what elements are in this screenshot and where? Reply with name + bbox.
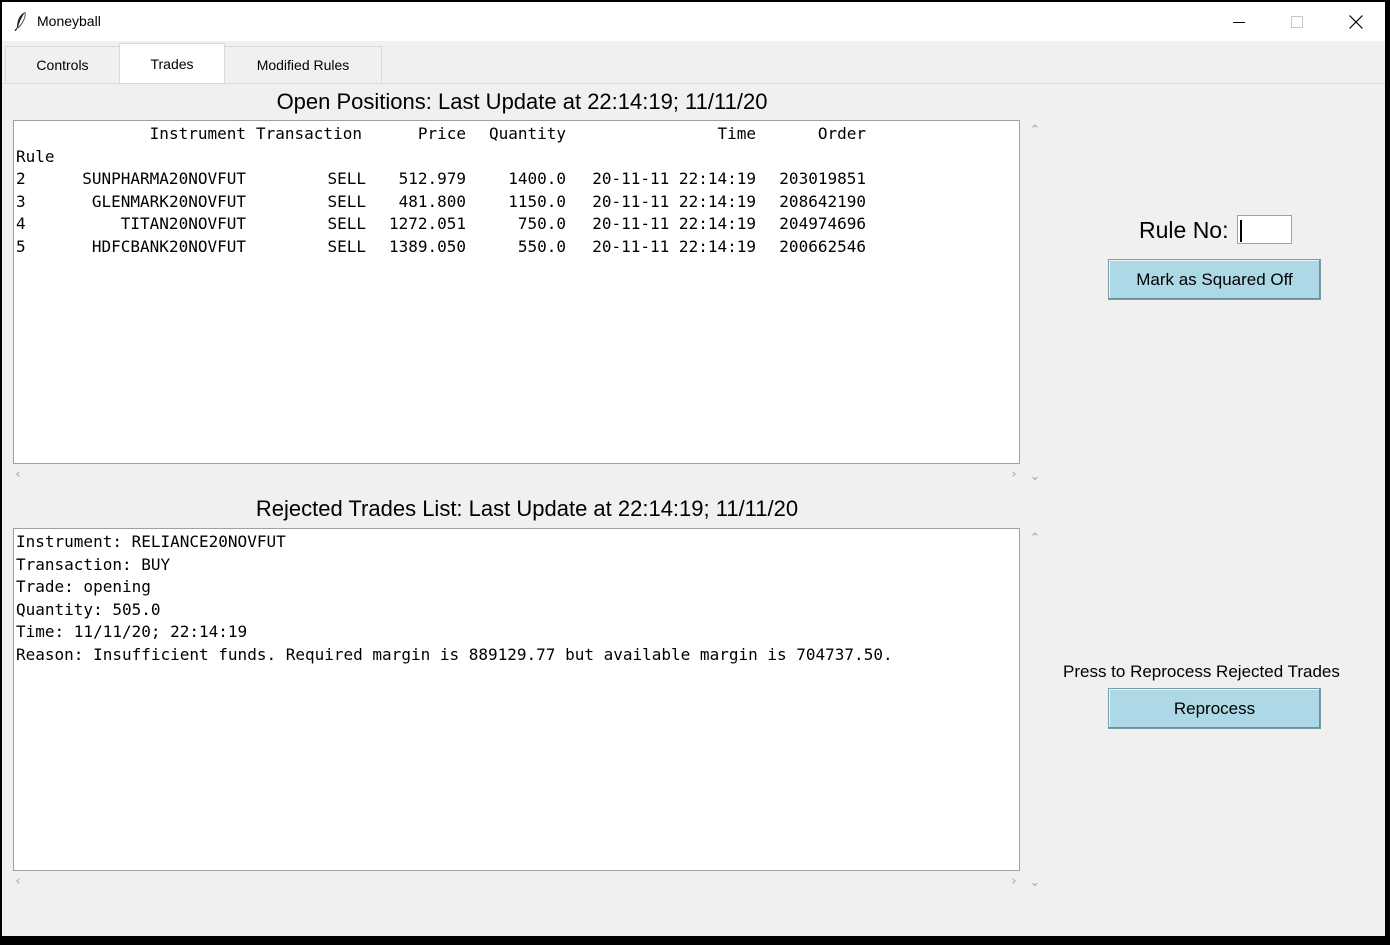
scroll-right-icon[interactable]: › [1007,468,1021,482]
text-cursor [1240,220,1242,242]
index-label-row: Rule [16,146,74,168]
column-header-time: Time [717,124,756,143]
column-header-quantity: Quantity [488,124,566,143]
table-row: 3 GLENMARK20NOVFUT SELL 481.800 1150.0 2… [16,191,1016,213]
table-row: 5 HDFCBANK20NOVFUT SELL 1389.050 550.0 2… [16,236,1016,258]
transaction-cell: SELL [327,192,366,211]
table-header-row: Instrument Transaction Price Quantity Ti… [16,123,1016,145]
price-cell: 481.800 [398,192,466,211]
scroll-down-icon[interactable]: ⌄ [1028,470,1042,484]
tab-bar: Controls Trades Modified Rules [2,41,1385,84]
rejected-trades-heading: Rejected Trades List: Last Update at 22:… [255,496,799,521]
order-cell: 208642190 [779,192,866,211]
rejected-line: Instrument: RELIANCE20NOVFUT [16,532,286,551]
reprocess-prompt: Press to Reprocess Rejected Trades [1063,662,1340,681]
scroll-down-icon[interactable]: ⌄ [1028,876,1042,890]
time-cell: 20-11-11 22:14:19 [592,169,756,188]
quantity-cell: 550.0 [517,237,566,256]
tab-controls[interactable]: Controls [5,46,120,82]
scroll-left-icon[interactable]: ‹ [11,468,25,482]
window-title: Moneyball [37,13,101,29]
maximize-button[interactable] [1268,2,1326,41]
close-button[interactable] [1327,2,1385,41]
transaction-cell: SELL [327,169,366,188]
rejected-line: Quantity: 505.0 [16,600,161,619]
reprocess-button[interactable]: Reprocess [1108,688,1321,729]
title-bar: Moneyball [2,2,1385,41]
maximize-icon [1291,15,1303,28]
scroll-up-icon[interactable]: ⌃ [1028,124,1042,138]
table-row: 2 SUNPHARMA20NOVFUT SELL 512.979 1400.0 … [16,168,1016,190]
index-label: Rule [16,147,55,166]
rule-no-input[interactable] [1237,215,1292,244]
rule-cell: 3 [16,192,26,211]
instrument-cell: HDFCBANK20NOVFUT [91,237,246,256]
order-cell: 203019851 [779,169,866,188]
transaction-cell: SELL [327,214,366,233]
feather-icon [14,11,26,31]
rejected-trades-horizontal-scrollbar[interactable]: ‹ › [13,874,1023,890]
open-positions-horizontal-scrollbar[interactable]: ‹ › [13,467,1023,483]
minimize-icon [1233,21,1245,23]
tab-modified-rules[interactable]: Modified Rules [224,46,382,82]
rule-no-label: Rule No: [1139,217,1229,243]
time-cell: 20-11-11 22:14:19 [592,192,756,211]
table-row: 4 TITAN20NOVFUT SELL 1272.051 750.0 20-1… [16,213,1016,235]
rule-cell: 4 [16,214,26,233]
rejected-line: Reason: Insufficient funds. Required mar… [16,645,893,664]
scroll-up-icon[interactable]: ⌃ [1028,532,1042,546]
quantity-cell: 1400.0 [508,169,566,188]
instrument-cell: TITAN20NOVFUT [120,214,246,233]
rejected-line: Time: 11/11/20; 22:14:19 [16,622,248,641]
open-positions-heading: Open Positions: Last Update at 22:14:19;… [276,89,768,114]
instrument-cell: SUNPHARMA20NOVFUT [82,169,246,188]
close-icon [1349,14,1363,29]
transaction-cell: SELL [327,237,366,256]
rejected-trades-vertical-scrollbar[interactable]: ⌃ ⌄ [1026,528,1044,898]
quantity-cell: 750.0 [517,214,566,233]
rule-cell: 5 [16,237,26,256]
minimize-button[interactable] [1210,2,1268,41]
column-header-order: Order [817,124,866,143]
scroll-left-icon[interactable]: ‹ [11,875,25,889]
rejected-trades-textbox[interactable]: Instrument: RELIANCE20NOVFUT Transaction… [13,528,1020,871]
rejected-line: Transaction: BUY [16,555,171,574]
mark-squared-off-button[interactable]: Mark as Squared Off [1108,259,1321,300]
scroll-right-icon[interactable]: › [1007,875,1021,889]
column-header-transaction: Transaction [256,124,362,143]
price-cell: 1389.050 [388,237,466,256]
rule-cell: 2 [16,169,26,188]
instrument-cell: GLENMARK20NOVFUT [91,192,246,211]
tab-trades[interactable]: Trades [119,43,225,83]
price-cell: 512.979 [398,169,466,188]
rejected-line: Trade: opening [16,577,151,596]
time-cell: 20-11-11 22:14:19 [592,237,756,256]
time-cell: 20-11-11 22:14:19 [592,214,756,233]
order-cell: 204974696 [779,214,866,233]
column-header-price: Price [417,124,466,143]
quantity-cell: 1150.0 [508,192,566,211]
column-header-instrument: Instrument [149,124,246,143]
order-cell: 200662546 [779,237,866,256]
price-cell: 1272.051 [388,214,466,233]
open-positions-textbox[interactable]: Instrument Transaction Price Quantity Ti… [13,120,1020,464]
app-window: Moneyball Controls Trades Modified Rules… [2,2,1385,936]
open-positions-vertical-scrollbar[interactable]: ⌃ ⌄ [1026,120,1044,490]
